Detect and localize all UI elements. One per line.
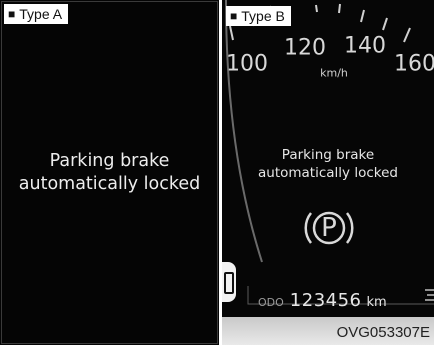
speed-tick <box>315 4 318 13</box>
speed-tick <box>338 3 341 14</box>
parking-symbol: P <box>321 213 337 243</box>
figure-code: OVG053307E <box>336 324 430 341</box>
type-a-message-line2: automatically locked <box>18 174 201 194</box>
speed-tick <box>403 27 411 43</box>
square-bullet-icon: ■ <box>230 9 238 23</box>
speed-unit: km/h <box>320 66 348 80</box>
odometer-label: ODO <box>258 296 284 309</box>
odometer-unit: km <box>366 295 387 310</box>
speed-mark-140: 140 <box>344 33 386 59</box>
type-a-message: Parking brake automatically locked <box>0 150 219 196</box>
speed-mark-160: 160 <box>394 51 434 77</box>
type-b-label-text: Type B <box>241 8 285 24</box>
side-button <box>222 262 236 302</box>
type-a-label-text: Type A <box>19 6 63 22</box>
parking-brake-warning-icon: P <box>301 205 357 251</box>
type-a-display: ■ Type A Parking brake automatically loc… <box>0 0 219 345</box>
dial-arc <box>225 0 263 263</box>
type-a-message-line1: Parking brake <box>49 151 170 171</box>
speed-tick <box>360 9 365 23</box>
speed-tick <box>229 25 234 41</box>
speed-mark-100: 100 <box>226 51 268 77</box>
type-a-label: ■ Type A <box>4 4 69 24</box>
side-button-slot <box>224 272 234 294</box>
speed-mark-120: 120 <box>284 35 326 61</box>
type-b-message-line1: Parking brake <box>281 147 375 163</box>
type-b-message: Parking brake automatically locked <box>222 146 434 182</box>
type-b-display: ■ Type B 100 120 140 160 km/h Parking br… <box>222 0 434 345</box>
odometer: ODO 123456 km <box>258 290 387 311</box>
type-b-message-line2: automatically locked <box>258 165 398 181</box>
square-bullet-icon: ■ <box>8 7 16 21</box>
type-b-label: ■ Type B <box>226 6 291 26</box>
speed-tick <box>382 17 388 31</box>
odometer-value: 123456 <box>289 290 362 311</box>
